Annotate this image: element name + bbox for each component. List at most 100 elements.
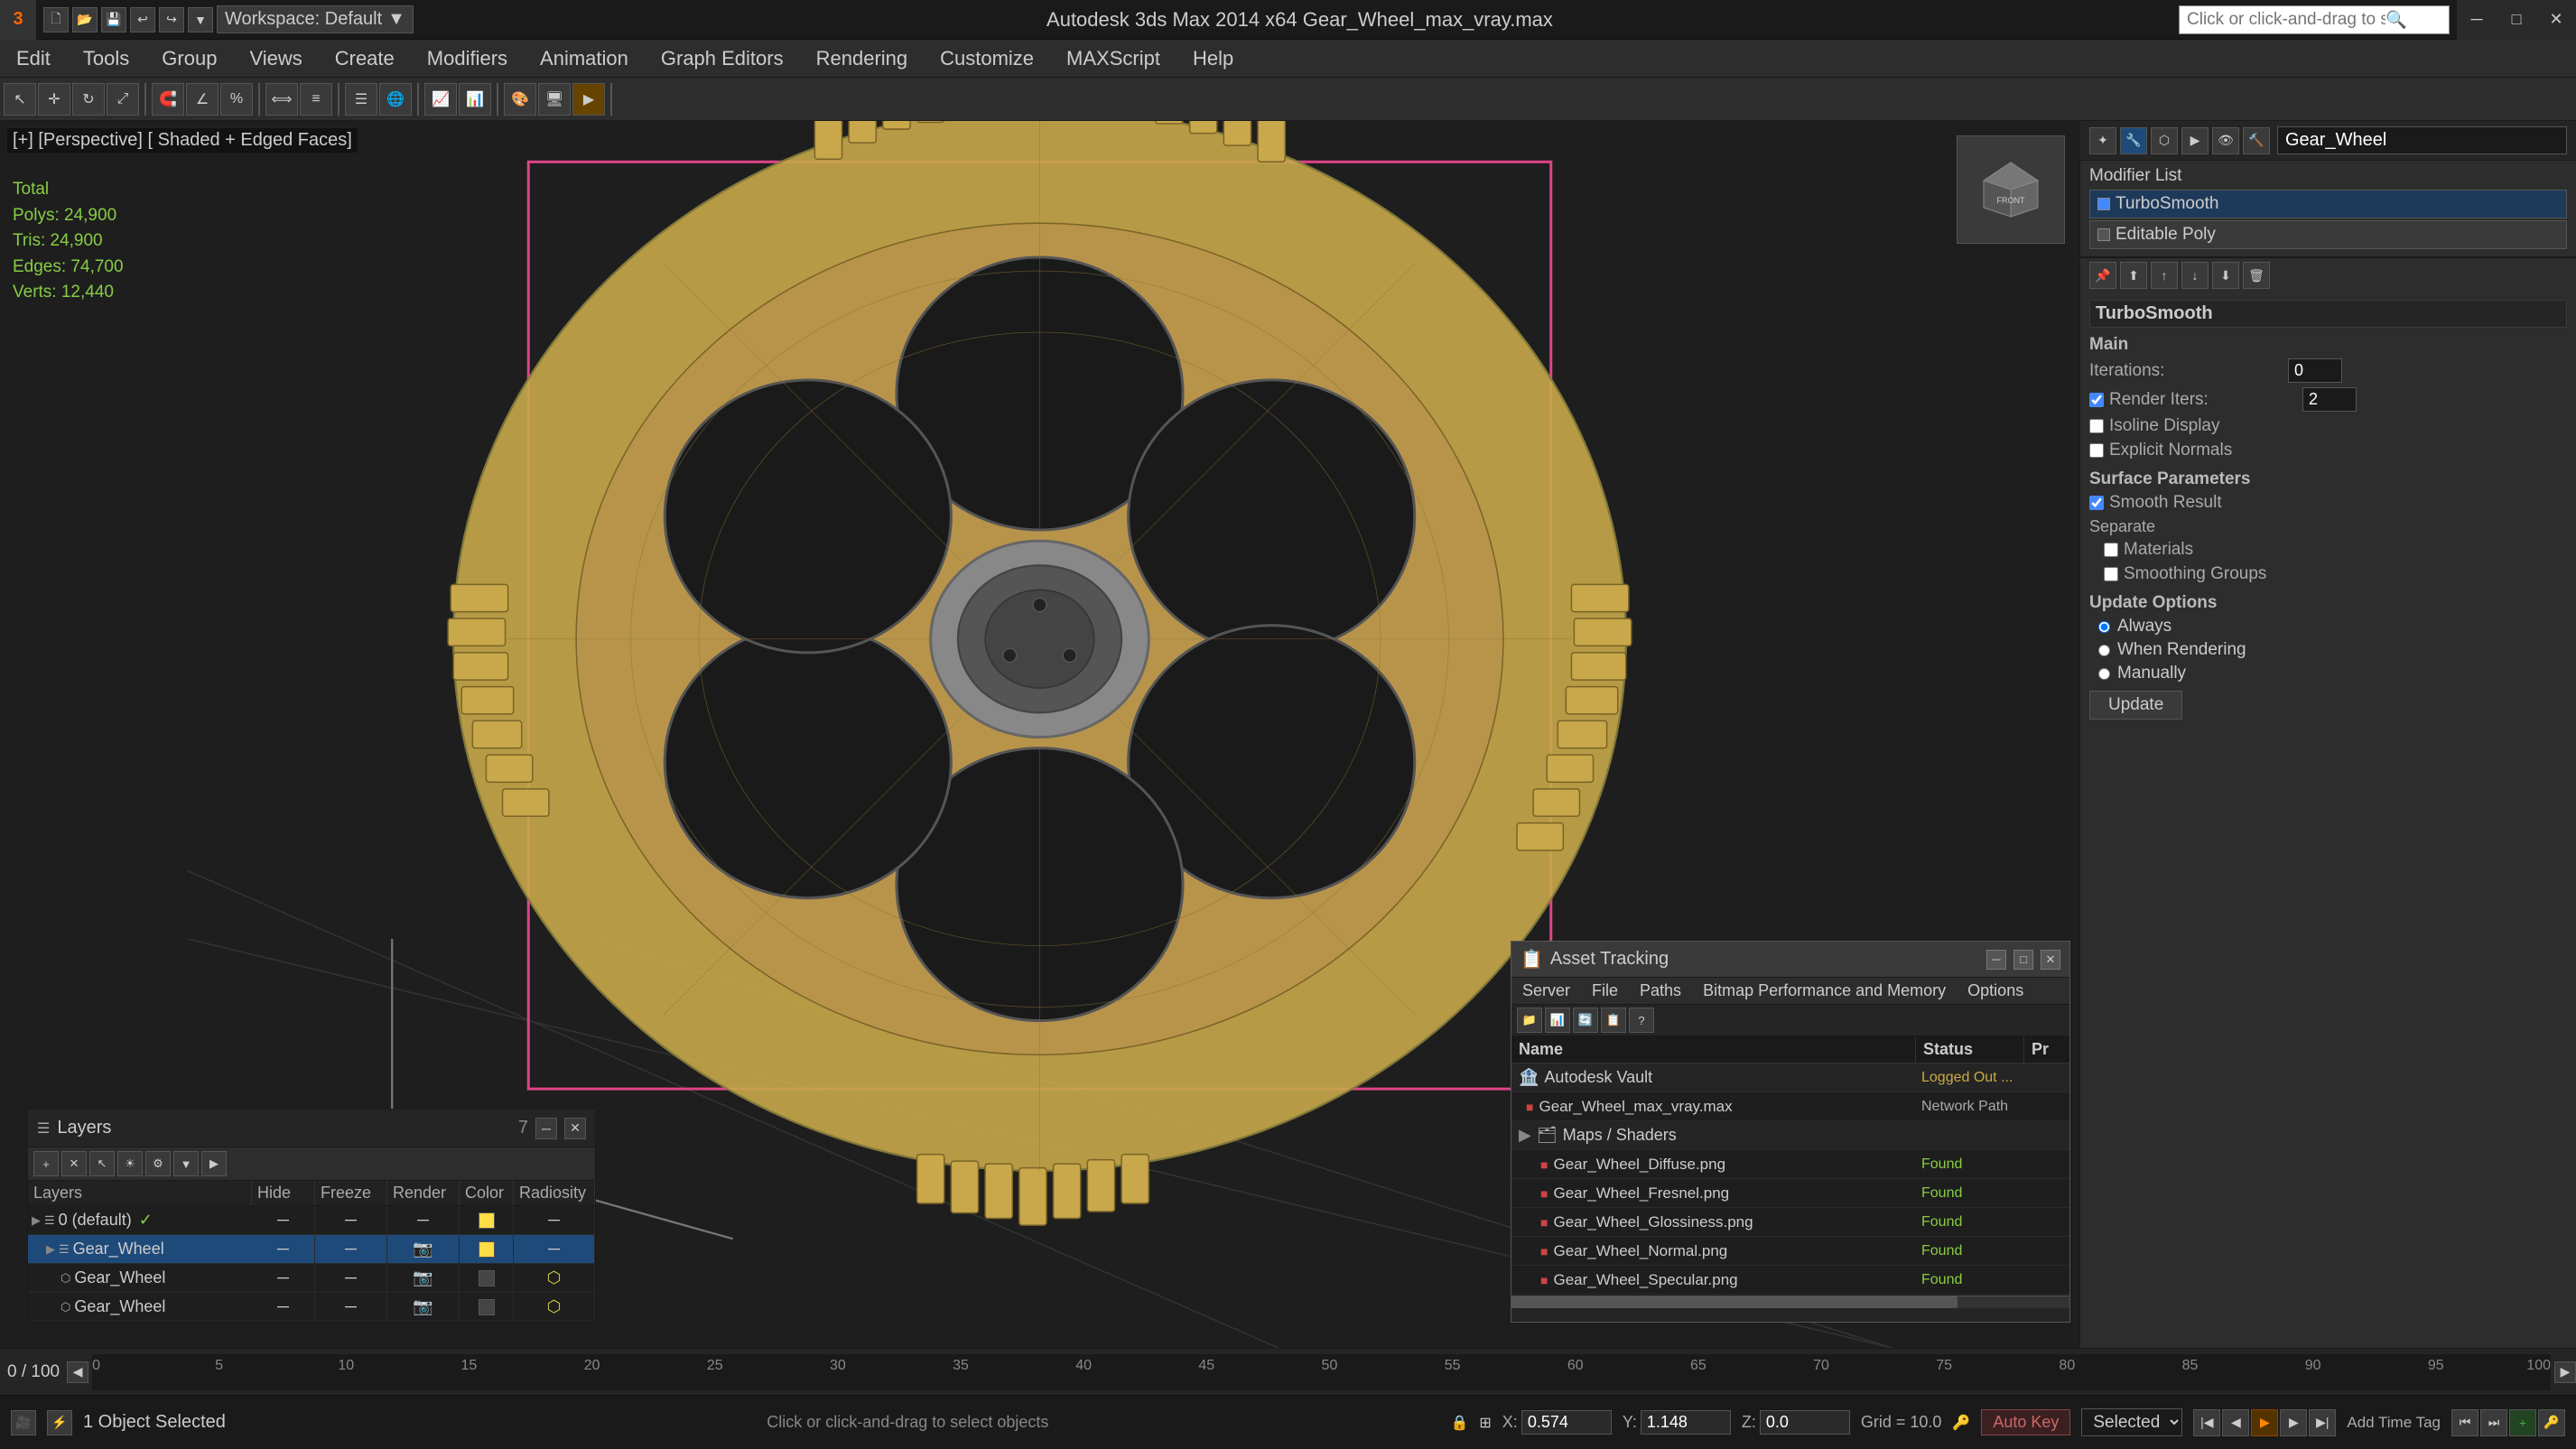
material-editor-btn[interactable]: 🎨 — [504, 83, 536, 116]
layer-row-gear3[interactable]: ⬡ Gear_Wheel ─ ─ 📷 ⬡ — [28, 1293, 595, 1322]
layers-highlight-btn[interactable]: ☀ — [117, 1151, 143, 1176]
asset-tb-btn2[interactable]: 📊 — [1545, 1008, 1570, 1033]
menu-views[interactable]: Views — [233, 40, 318, 78]
key-add-btn[interactable]: + — [2509, 1409, 2536, 1436]
asset-tb-btn4[interactable]: 📋 — [1601, 1008, 1626, 1033]
move-to-top-icon[interactable]: ⬆ — [2120, 262, 2147, 289]
menu-maxscript[interactable]: MAXScript — [1050, 40, 1176, 78]
next-frame-btn[interactable]: ▶ — [2280, 1409, 2307, 1436]
asset-row-specular[interactable]: ■ Gear_Wheel_Specular.png Found — [1511, 1266, 2069, 1295]
materials-checkbox[interactable] — [2104, 543, 2118, 557]
z-input[interactable] — [1760, 1410, 1850, 1435]
menu-tools[interactable]: Tools — [67, 40, 145, 78]
select-btn[interactable]: ↖ — [4, 83, 36, 116]
y-input[interactable] — [1641, 1410, 1731, 1435]
open-button[interactable]: 📂 — [72, 7, 98, 33]
minimize-button[interactable]: ─ — [2457, 0, 2497, 40]
asset-row-vault[interactable]: 🏦 Autodesk Vault Logged Out ... — [1511, 1064, 2069, 1092]
layer-color-swatch-gear2[interactable] — [479, 1270, 495, 1286]
scene-explorer-btn[interactable]: 🌐 — [379, 83, 412, 116]
layers-add-btn[interactable]: + — [33, 1151, 59, 1176]
layer-color-default[interactable] — [460, 1206, 514, 1234]
timeline-track[interactable]: 0 5 10 15 20 25 30 35 40 45 50 55 60 65 … — [92, 1354, 2551, 1390]
asset-row-maps[interactable]: ▶ 🗂 Maps / Shaders — [1511, 1121, 2069, 1150]
asset-tb-btn3[interactable]: 🔄 — [1573, 1008, 1598, 1033]
menu-customize[interactable]: Customize — [924, 40, 1050, 78]
new-button[interactable]: 🗋 — [43, 7, 69, 33]
go-start-btn[interactable]: |◀ — [2193, 1409, 2220, 1436]
prev-frame-btn[interactable]: ◀ — [2222, 1409, 2249, 1436]
search-input[interactable] — [2187, 10, 2385, 30]
asset-scrollbar-thumb[interactable] — [1511, 1296, 1958, 1308]
layers-select-btn[interactable]: ↖ — [89, 1151, 115, 1176]
layers-expand-btn[interactable]: ▼ — [173, 1151, 199, 1176]
asset-tb-help[interactable]: ? — [1629, 1008, 1654, 1033]
update-button[interactable]: Update — [2089, 691, 2182, 720]
key-next-btn[interactable]: ⏭ — [2480, 1409, 2507, 1436]
layers-close-button[interactable]: ✕ — [564, 1118, 586, 1139]
update-always-radio[interactable] — [2098, 621, 2110, 633]
menu-rendering[interactable]: Rendering — [800, 40, 925, 78]
asset-menu-bitmap[interactable]: Bitmap Performance and Memory — [1692, 978, 1957, 1004]
layer-color-gear3[interactable] — [460, 1293, 514, 1321]
search-box[interactable]: 🔍 — [2179, 5, 2450, 34]
autokey-lock-icon[interactable]: 🔑 — [1952, 1414, 1970, 1432]
play-btn[interactable]: ▶ — [2251, 1409, 2278, 1436]
pin-icon[interactable]: 📌 — [2089, 262, 2116, 289]
selected-dropdown[interactable]: Selected — [2081, 1408, 2182, 1436]
asset-minimize-button[interactable]: ─ — [1986, 950, 2006, 970]
asset-row-fresnel[interactable]: ■ Gear_Wheel_Fresnel.png Found — [1511, 1179, 2069, 1208]
grid-snap-icon[interactable]: ⊞ — [1479, 1414, 1491, 1432]
iterations-input[interactable] — [2288, 358, 2342, 383]
editablepoly-checkbox[interactable] — [2097, 228, 2110, 241]
render-btn[interactable]: ▶ — [572, 83, 605, 116]
smoothing-groups-checkbox[interactable] — [2104, 567, 2118, 581]
key-prev-btn[interactable]: ⏮ — [2451, 1409, 2478, 1436]
layers-delete-btn[interactable]: ✕ — [61, 1151, 87, 1176]
add-time-tag-btn[interactable]: Add Time Tag — [2347, 1414, 2441, 1432]
asset-menu-file[interactable]: File — [1581, 978, 1629, 1004]
explicit-normals-checkbox[interactable] — [2089, 443, 2104, 458]
render-setup-btn[interactable]: 🖥 — [538, 83, 571, 116]
delete-modifier-icon[interactable]: 🗑 — [2243, 262, 2270, 289]
asset-row-diffuse[interactable]: ■ Gear_Wheel_Diffuse.png Found — [1511, 1150, 2069, 1179]
layer-mgr-btn[interactable]: ☰ — [345, 83, 377, 116]
asset-row-normal[interactable]: ■ Gear_Wheel_Normal.png Found — [1511, 1237, 2069, 1266]
asset-menu-paths[interactable]: Paths — [1629, 978, 1692, 1004]
menu-modifiers[interactable]: Modifiers — [411, 40, 524, 78]
hierarchy-panel-btn[interactable]: ⬡ — [2151, 127, 2178, 154]
isoline-checkbox[interactable] — [2089, 419, 2104, 433]
auto-key-button[interactable]: Auto Key — [1981, 1409, 2070, 1435]
menu-create[interactable]: Create — [319, 40, 411, 78]
asset-scrollbar[interactable] — [1511, 1296, 2069, 1308]
rotate-btn[interactable]: ↻ — [72, 83, 105, 116]
save-button[interactable]: 💾 — [101, 7, 126, 33]
layer-row-default[interactable]: ▶ ☰ 0 (default) ✓ ─ ─ ─ ─ — [28, 1206, 595, 1235]
layers-minimize-button[interactable]: ─ — [535, 1118, 557, 1139]
timeline-right-arrow[interactable]: ▶ — [2554, 1361, 2576, 1383]
move-to-bottom-icon[interactable]: ⬇ — [2212, 262, 2239, 289]
layer-row-gear2[interactable]: ⬡ Gear_Wheel ─ ─ 📷 ⬡ — [28, 1264, 595, 1293]
smooth-result-checkbox[interactable] — [2089, 496, 2104, 510]
coord-lock-icon[interactable]: 🔒 — [1450, 1414, 1468, 1432]
layer-color-gear2[interactable] — [460, 1264, 514, 1292]
go-end-btn[interactable]: ▶| — [2309, 1409, 2336, 1436]
asset-restore-button[interactable]: □ — [2013, 950, 2033, 970]
undo-button[interactable]: ↩ — [130, 7, 155, 33]
asset-row-max[interactable]: ■ Gear_Wheel_max_vray.max Network Path — [1511, 1092, 2069, 1121]
display-panel-btn[interactable]: 👁 — [2212, 127, 2239, 154]
curve-editor-btn[interactable]: 📈 — [424, 83, 457, 116]
menu-help[interactable]: Help — [1176, 40, 1250, 78]
utilities-panel-btn[interactable]: 🔨 — [2243, 127, 2270, 154]
mirror-btn[interactable]: ⟺ — [265, 83, 298, 116]
layer-row-gear1[interactable]: ▶ ☰ Gear_Wheel ─ ─ 📷 ─ — [28, 1235, 595, 1264]
asset-close-button[interactable]: ✕ — [2041, 950, 2060, 970]
workspace-dropdown[interactable]: Workspace: Default ▼ — [217, 5, 414, 33]
statusbar-icon2[interactable]: ⚡ — [47, 1410, 72, 1435]
angle-snap-btn[interactable]: ∠ — [186, 83, 219, 116]
layer-color-swatch-gear3[interactable] — [479, 1299, 495, 1315]
move-down-icon[interactable]: ↓ — [2181, 262, 2209, 289]
layer-color-swatch-gear1[interactable] — [479, 1241, 495, 1258]
statusbar-icon1[interactable]: 🎥 — [11, 1410, 36, 1435]
x-input[interactable] — [1521, 1410, 1612, 1435]
